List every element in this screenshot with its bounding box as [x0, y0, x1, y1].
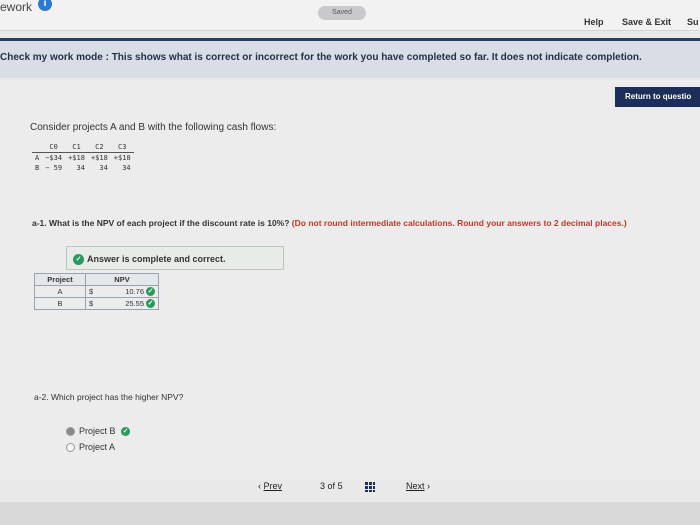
cash-flow-header-c3: C3: [110, 142, 134, 153]
option-label: Project B: [79, 426, 116, 436]
check-circle-icon: ✓: [121, 427, 131, 437]
save-exit-button[interactable]: Save & Exit: [622, 17, 671, 27]
info-icon[interactable]: i: [38, 0, 52, 11]
prev-button[interactable]: ‹ Prev: [258, 481, 282, 491]
cash-flow-c2: +$18: [90, 154, 108, 162]
npv-project: B: [34, 297, 86, 310]
cash-flow-header-c1: C1: [65, 142, 88, 153]
answer-status-box: ✓ Answer is complete and correct.: [66, 246, 284, 270]
npv-project: A: [34, 285, 86, 298]
cash-flow-header-row: C0 C1 C2 C3: [32, 142, 134, 153]
help-link[interactable]: Help: [584, 17, 604, 27]
chevron-right-icon: ›: [424, 481, 431, 491]
cash-flow-row: B − 59 34 34 34: [32, 163, 134, 173]
check-mode-banner: Check my work mode : This shows what is …: [0, 38, 700, 78]
cash-flow-table: C0 C1 C2 C3 A −$34 +$18 +$18 +$18 B − 59…: [32, 142, 134, 173]
cash-flow-c0: − 59: [45, 164, 63, 172]
cash-flow-c0: −$34: [45, 154, 63, 162]
cash-flow-header-project: [32, 142, 43, 153]
answer-status-text: Answer is complete and correct.: [87, 254, 226, 264]
submit-button[interactable]: Su: [687, 17, 699, 27]
question-a1: a-1. What is the NPV of each project if …: [32, 218, 672, 229]
next-button[interactable]: Next ›: [406, 481, 430, 491]
check-circle-icon: ✓: [146, 299, 155, 309]
app-title: ework: [0, 0, 33, 14]
cash-flow-project: A: [35, 154, 40, 162]
prev-label: Prev: [263, 481, 283, 491]
question-content: Return to questio Consider projects A an…: [0, 80, 700, 492]
npv-value-cell: 25.55 ✓: [102, 297, 159, 310]
option-project-b[interactable]: Project B ✓: [66, 426, 131, 437]
question-a2: a-2. Which project has the higher NPV?: [34, 392, 184, 402]
cash-flow-c3: 34: [122, 164, 131, 172]
npv-input-value[interactable]: 10.76: [125, 287, 144, 296]
intro-text: Consider projects A and B with the follo…: [30, 122, 277, 133]
cash-flow-project: B: [35, 164, 40, 172]
npv-value-cell: 10.76 ✓: [102, 285, 159, 298]
cash-flow-c1: +$18: [68, 154, 85, 162]
check-mode-text: Check my work mode : This shows what is …: [0, 52, 642, 63]
npv-answer-table: Project NPV A $ 10.76 ✓ B $ 25.55 ✓: [34, 273, 159, 310]
return-to-question-button[interactable]: Return to questio: [615, 87, 700, 107]
page-indicator: 3 of 5: [320, 481, 343, 491]
page-current: 3: [320, 481, 326, 491]
question-a1-hint: (Do not round intermediate calculations.…: [291, 218, 627, 228]
npv-input-value[interactable]: 25.55: [125, 299, 144, 308]
page-of: of: [327, 481, 336, 491]
npv-header-npv: NPV: [85, 273, 159, 286]
cash-flow-c2: 34: [99, 164, 108, 172]
cash-flow-c3: +$18: [113, 154, 131, 162]
npv-currency: $: [85, 285, 102, 298]
next-label: Next: [406, 481, 425, 491]
bottom-strip: [0, 502, 700, 525]
question-a1-text: a-1. What is the NPV of each project if …: [32, 218, 290, 228]
question-grid-icon[interactable]: [365, 482, 375, 492]
cash-flow-header-c2: C2: [87, 142, 111, 153]
option-label: Project A: [79, 442, 116, 452]
saved-status-badge: Saved: [318, 6, 366, 20]
cash-flow-c1: 34: [76, 164, 85, 172]
check-circle-icon: ✓: [146, 287, 155, 297]
npv-row: B $ 25.55 ✓: [34, 297, 159, 310]
page-total: 5: [337, 481, 343, 491]
npv-header-project: Project: [34, 273, 86, 286]
top-bar: ework i Saved Help Save & Exit Su: [0, 0, 700, 31]
cash-flow-row: A −$34 +$18 +$18 +$18: [32, 153, 134, 164]
radio-icon[interactable]: [66, 443, 75, 453]
check-circle-icon: ✓: [73, 254, 84, 265]
option-project-a[interactable]: Project A: [66, 442, 116, 453]
npv-row: A $ 10.76 ✓: [34, 285, 159, 298]
cash-flow-header-c0: C0: [42, 142, 66, 153]
radio-selected-icon[interactable]: [66, 427, 75, 437]
npv-currency: $: [85, 297, 102, 310]
npv-header-row: Project NPV: [34, 273, 159, 286]
